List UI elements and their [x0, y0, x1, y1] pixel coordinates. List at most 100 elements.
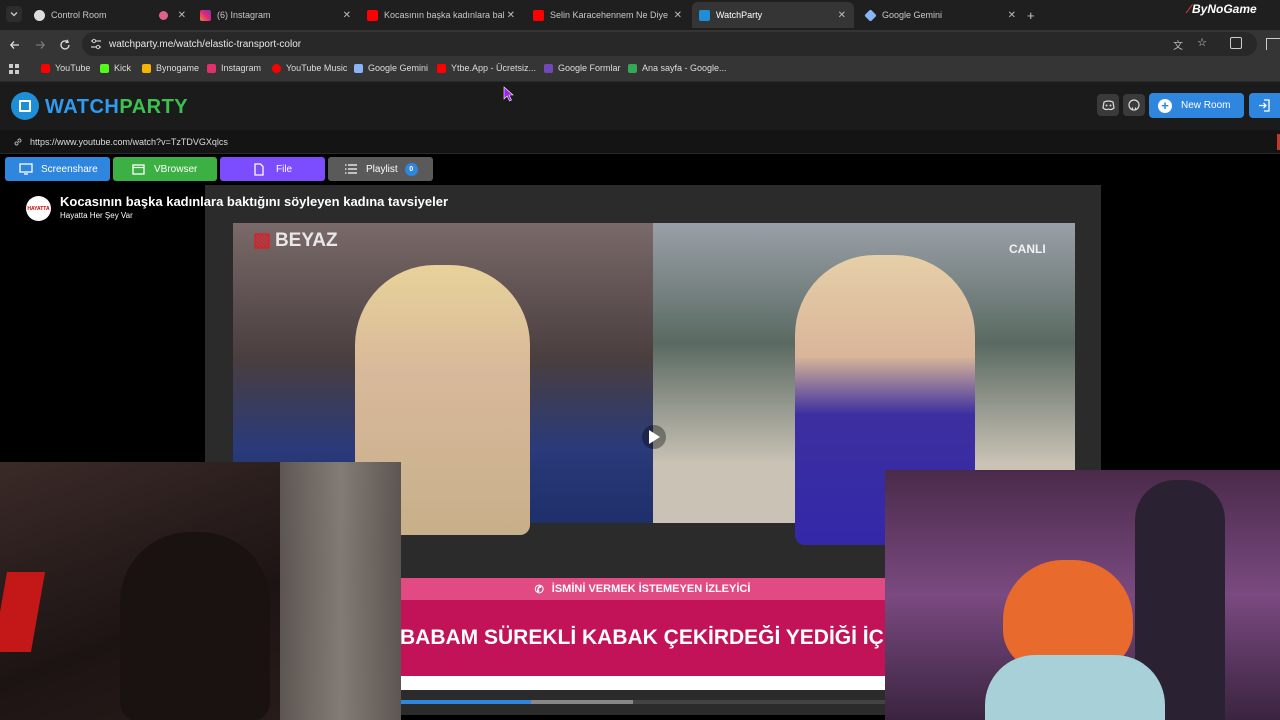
close-icon[interactable]: ✕ [674, 10, 682, 21]
tab-search-button[interactable] [6, 6, 22, 22]
broadcaster-mark-icon: ▧ [253, 230, 271, 251]
plus-icon: + [1027, 7, 1035, 23]
logo-part-watch: WATCH [45, 96, 120, 118]
progress-played [400, 700, 531, 704]
logo-part-party: PARTY [119, 96, 189, 118]
bookmark-google-forms[interactable]: Google Formlar [544, 63, 621, 73]
webcam-left [0, 462, 401, 720]
forward-button[interactable] [34, 38, 46, 56]
plus-circle-icon: + [1158, 98, 1172, 113]
watchparty-icon [699, 9, 710, 21]
gemini-icon [864, 8, 877, 22]
gemini-icon [354, 63, 363, 73]
bookmark-kick[interactable]: Kick [100, 63, 131, 73]
watchparty-logo-icon[interactable] [11, 92, 39, 120]
discord-button[interactable] [1097, 94, 1119, 116]
youtube-icon [41, 63, 50, 73]
tab-title: Selin Karacehennem Ne Diyece... [550, 10, 668, 20]
youtube-icon [437, 63, 446, 73]
play-icon [649, 430, 660, 444]
vbrowser-label: VBrowser [154, 163, 198, 175]
channel-logo[interactable]: HAYATTA [26, 196, 51, 221]
arrow-right-icon [36, 41, 46, 49]
instagram-icon [207, 63, 216, 73]
back-button[interactable] [9, 38, 21, 56]
forms-icon [544, 63, 553, 73]
tab-gemini[interactable]: Google Gemini ✕ [862, 4, 1020, 26]
bookmark-ytbe[interactable]: Ytbe.App - Ücretsiz... [437, 63, 536, 73]
watermark-text: ByNoGame [1192, 2, 1257, 16]
close-icon[interactable]: ✕ [507, 10, 515, 21]
address-bar[interactable]: watchparty.me/watch/elastic-transport-co… [82, 32, 1257, 56]
video-progress-bar[interactable] [400, 700, 885, 704]
bookmark-youtube-music[interactable]: YouTube Music [272, 63, 347, 73]
discord-icon [1101, 99, 1115, 110]
drive-icon [628, 63, 637, 73]
close-icon[interactable]: ✕ [343, 10, 351, 21]
close-icon[interactable]: ✕ [178, 10, 186, 21]
video-title[interactable]: Kocasının başka kadınlara baktığını söyl… [60, 194, 448, 209]
new-room-label: New Room [1181, 100, 1231, 111]
address-text: watchparty.me/watch/elastic-transport-co… [109, 38, 302, 50]
site-settings-icon[interactable] [90, 38, 102, 53]
new-room-button[interactable]: + New Room [1149, 93, 1244, 118]
media-url-input[interactable]: https://www.youtube.com/watch?v=TzTDVGXq… [0, 130, 1280, 154]
extensions-icon[interactable] [1230, 37, 1242, 49]
caller-label: İSMİNİ VERMEK İSTEMEYEN İZLEYİCİ [551, 583, 751, 595]
reload-button[interactable] [59, 38, 71, 56]
youtube-icon [533, 9, 544, 21]
watchparty-logo-text[interactable]: WATCHPARTY [45, 96, 188, 119]
link-icon [12, 136, 24, 150]
media-url-text: https://www.youtube.com/watch?v=TzTDVGXq… [30, 136, 228, 147]
file-icon [254, 162, 264, 176]
close-icon[interactable]: ✕ [838, 10, 846, 21]
youtube-icon [367, 9, 378, 21]
bookmark-youtube[interactable]: YouTube [41, 63, 90, 73]
github-button[interactable] [1123, 94, 1145, 116]
tab-youtube-video[interactable]: Kocasının başka kadınlara baktı... ✕ [364, 4, 519, 26]
youtube-music-icon [272, 63, 281, 73]
instagram-icon [200, 9, 211, 21]
bookmark-instagram[interactable]: Instagram [207, 63, 261, 73]
bookmark-label: YouTube [55, 63, 91, 73]
tab-title: (6) Instagram [217, 10, 271, 20]
screenshare-button[interactable]: Screenshare [5, 157, 110, 181]
bookmark-drive[interactable]: Ana sayfa - Google... [628, 63, 727, 73]
arrow-left-icon [9, 41, 19, 49]
kick-icon [100, 63, 109, 73]
bynogame-icon [142, 63, 151, 73]
playlist-count-badge: 0 [404, 162, 418, 176]
translate-icon[interactable]: 文 [1173, 37, 1183, 52]
playlist-button[interactable]: Playlist 0 [328, 157, 433, 181]
new-tab-button[interactable]: + [1027, 4, 1041, 26]
bookmarks-bar: YouTube Kick Bynogame Instagram YouTube … [0, 58, 1280, 82]
star-icon[interactable]: ☆ [1197, 36, 1207, 49]
tab-youtube-selin[interactable]: Selin Karacehennem Ne Diyece... ✕ [530, 4, 686, 26]
watchparty-header: WATCHPARTY + New Room [0, 82, 1280, 130]
live-label: CANLI [1009, 242, 1046, 256]
bynogame-logo-icon: ⁄ [1188, 2, 1191, 16]
bookmark-label: Ytbe.App - Ücretsiz... [451, 63, 537, 73]
bookmark-gemini[interactable]: Google Gemini [354, 63, 428, 73]
streamer-right-hair [1003, 560, 1133, 670]
monitor-icon [19, 163, 33, 175]
apps-grid-icon[interactable] [9, 64, 19, 74]
browser-toolbar: watchparty.me/watch/elastic-transport-co… [0, 30, 1280, 58]
vbrowser-button[interactable]: VBrowser [113, 157, 217, 181]
bookmark-bynogame[interactable]: Bynogame [142, 63, 199, 73]
channel-logo-text: HAYATTA [27, 205, 50, 212]
video-channel-name[interactable]: Hayatta Her Şey Var [60, 211, 133, 220]
tab-instagram[interactable]: (6) Instagram ✕ [197, 4, 355, 26]
tab-title: Kocasının başka kadınlara baktı... [384, 10, 504, 20]
cursor-icon [503, 86, 514, 102]
tab-title: Google Gemini [882, 10, 943, 20]
file-button[interactable]: File [220, 157, 325, 181]
tab-watchparty[interactable]: WatchParty ✕ [692, 2, 854, 28]
sign-in-button[interactable] [1249, 93, 1280, 118]
play-button[interactable] [642, 425, 666, 449]
list-icon [345, 164, 357, 174]
bookmark-label: Bynogame [156, 63, 200, 73]
tab-control-room[interactable]: Control Room ✕ [30, 4, 190, 26]
close-icon[interactable]: ✕ [1008, 10, 1016, 21]
menu-icon[interactable] [1266, 38, 1280, 50]
